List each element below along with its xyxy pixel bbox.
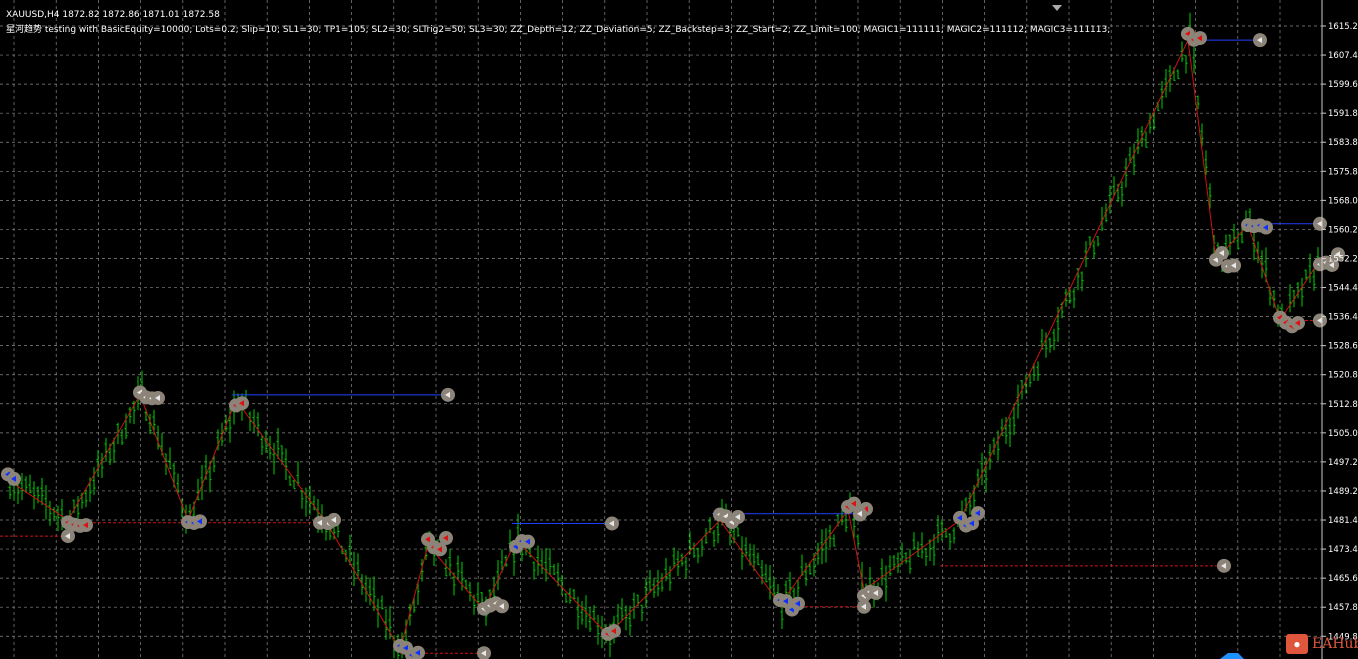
price-label: 1599.60: [1328, 80, 1358, 90]
trade-marker[interactable]: [151, 390, 165, 405]
trade-marker[interactable]: [869, 585, 883, 600]
price-label: 1473.40: [1328, 545, 1358, 555]
trade-marker[interactable]: [853, 506, 867, 521]
price-label: 1489.20: [1328, 487, 1358, 497]
trade-marker[interactable]: [193, 514, 207, 529]
chart-background: [0, 0, 1358, 659]
trade-marker[interactable]: [1291, 315, 1305, 330]
price-label: 1497.20: [1328, 458, 1358, 468]
trade-marker[interactable]: [313, 515, 327, 530]
price-label: 1520.80: [1328, 371, 1358, 381]
chart-shift-icon[interactable]: [1052, 5, 1062, 11]
price-label: 1591.80: [1328, 109, 1358, 119]
trade-marker[interactable]: [1259, 220, 1273, 235]
price-label: 1607.40: [1328, 51, 1358, 61]
trade-marker[interactable]: [857, 599, 871, 614]
trade-marker[interactable]: [605, 516, 619, 531]
symbol-info: XAUUSD,H4 1872.82 1872.86 1871.01 1872.5…: [6, 10, 220, 20]
ea-parameters: 星河趋势 testing with BasicEquity=10000; Lot…: [6, 25, 1111, 35]
trade-marker[interactable]: [1215, 246, 1229, 261]
trade-marker[interactable]: [731, 510, 745, 525]
trade-marker[interactable]: [1253, 33, 1267, 48]
trade-marker[interactable]: [7, 471, 21, 486]
trade-marker[interactable]: [521, 534, 535, 549]
trade-marker[interactable]: [1217, 558, 1231, 573]
trade-marker[interactable]: [1227, 258, 1241, 273]
price-chart[interactable]: 1615.20 1607.40 1599.60 1591.80 1583.80 1575.…: [0, 0, 1358, 659]
logo-text: EAHub: [1312, 636, 1358, 652]
pig-logo-icon: ●: [1286, 634, 1308, 654]
price-label: 1552.20: [1328, 254, 1358, 264]
price-label: 1536.40: [1328, 313, 1358, 323]
trade-marker[interactable]: [1313, 216, 1327, 231]
eahub-logo: ● EAHub: [1286, 634, 1358, 654]
trade-marker[interactable]: [607, 623, 621, 638]
trade-marker[interactable]: [1193, 31, 1207, 46]
price-label: 1481.40: [1328, 516, 1358, 526]
price-label: 1512.80: [1328, 400, 1358, 410]
trade-marker[interactable]: [441, 387, 455, 402]
trade-marker[interactable]: [327, 512, 341, 527]
price-label: 1560.20: [1328, 225, 1358, 235]
price-label: 1583.80: [1328, 138, 1358, 148]
trade-marker[interactable]: [61, 529, 75, 544]
price-label: 1465.60: [1328, 574, 1358, 584]
trade-marker[interactable]: [1313, 313, 1327, 328]
price-label: 1505.00: [1328, 429, 1358, 439]
trade-marker[interactable]: [495, 599, 509, 614]
price-label: 1544.40: [1328, 284, 1358, 294]
trade-marker[interactable]: [79, 518, 93, 533]
price-label: 1615.20: [1328, 22, 1358, 32]
price-label: 1457.80: [1328, 603, 1358, 613]
trade-marker[interactable]: [971, 506, 985, 521]
price-label: 1528.60: [1328, 342, 1358, 352]
trade-marker[interactable]: [235, 396, 249, 411]
trade-marker[interactable]: [791, 596, 805, 611]
price-label: 1568.00: [1328, 196, 1358, 206]
price-label: 1575.80: [1328, 167, 1358, 177]
trade-marker[interactable]: [439, 531, 453, 546]
